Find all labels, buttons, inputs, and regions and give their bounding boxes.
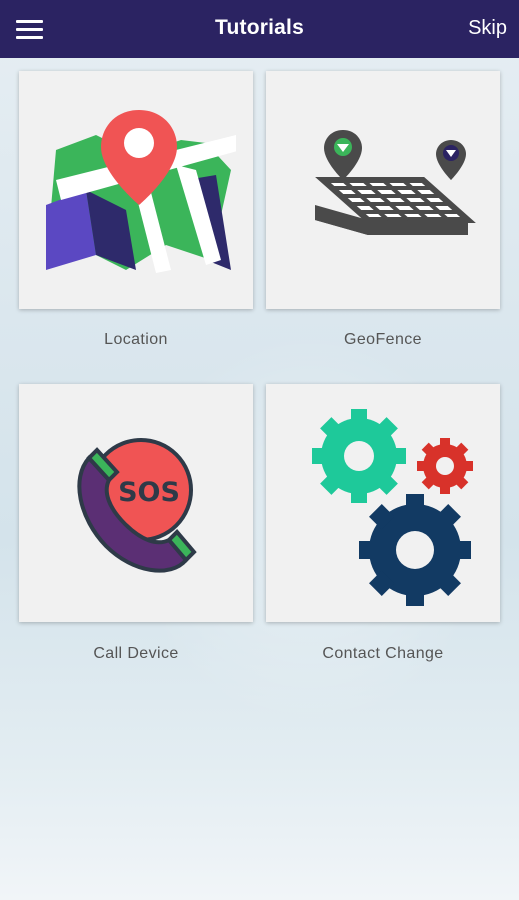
tutorial-tile-location[interactable] [19,71,253,309]
gears-icon [312,409,473,606]
sos-label: SOS [118,477,180,508]
skip-button[interactable]: Skip [468,17,507,40]
tile-label-location[interactable]: Location [19,331,253,349]
tutorial-tile-contact-change[interactable] [266,384,500,622]
tile-label-geofence[interactable]: GeoFence [266,331,500,349]
page-title: Tutorials [215,16,304,39]
app-header: Tutorials Skip [0,0,519,58]
tutorial-tile-call-device[interactable]: SOS [19,384,253,622]
map-pin-icon [46,110,236,273]
sos-phone-icon: SOS [77,438,197,573]
tutorial-tile-geofence[interactable] [266,71,500,309]
tile-label-call-device[interactable]: Call Device [19,645,253,663]
tile-label-contact-change[interactable]: Contact Change [266,645,500,663]
geofence-grid-icon [315,130,476,235]
